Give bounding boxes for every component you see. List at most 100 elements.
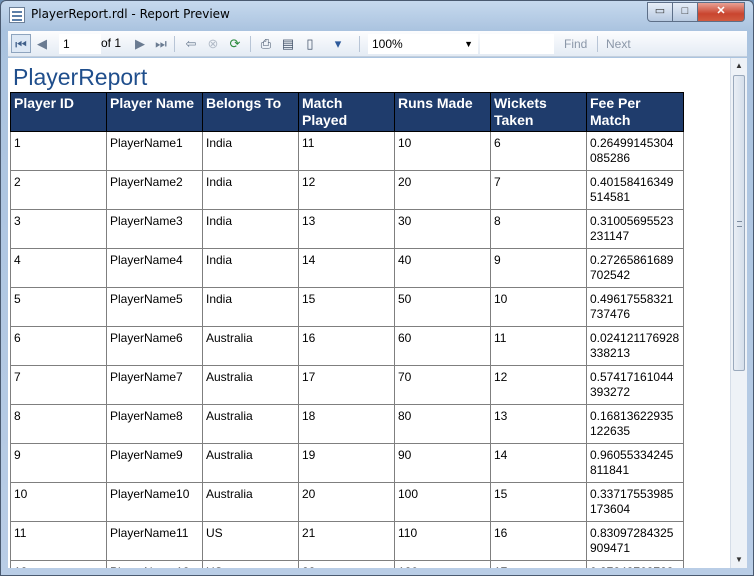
print-icon[interactable]: ⎙ [257,34,275,53]
table-cell: India [202,209,299,249]
table-cell: 0.27265861689702542 [586,248,684,288]
zoom-select[interactable]: 100% ▼ [368,34,478,54]
table-row: 8 PlayerName8 Australia 18 80 13 0.16813622935… [10,404,684,444]
table-cell: 22 [298,560,395,568]
table-cell: PlayerName2 [106,170,203,210]
report-preview-window: PlayerReport.rdl - Report Preview ▭ □ ✕ … [0,0,754,576]
report-viewport: PlayerReport Player ID Player Name Belon… [8,58,730,568]
table-cell: 2 [10,170,107,210]
table-cell: 7 [490,170,587,210]
table-cell: 0.16813622935122635 [586,404,684,444]
table-row: 12PlayerName12US22120170.87243763723 [10,560,684,568]
chevron-down-icon: ▼ [464,39,473,49]
table-cell: PlayerName9 [106,443,203,483]
table-cell: 0.57417161044393272 [586,365,684,405]
column-header: Fee Per Match [586,92,684,132]
table-cell: 0.31005695523231147 [586,209,684,249]
table-row: 6 PlayerName6 Australia 16 60 11 0.02412117692… [10,326,684,366]
table-cell: 12 [490,365,587,405]
table-cell: 60 [394,326,491,366]
page-number-input[interactable] [59,34,101,54]
table-cell: 20 [394,170,491,210]
scrollbar-thumb[interactable] [733,75,745,371]
export-icon[interactable]: ▾ [325,34,351,53]
stop-icon[interactable]: ⊗ [204,34,222,53]
column-header: Belongs To [202,92,299,132]
table-cell: PlayerName3 [106,209,203,249]
table-cell: 8 [490,209,587,249]
table-cell: Australia [202,404,299,444]
table-cell: 17 [490,560,587,568]
table-cell: PlayerName12 [106,560,203,568]
find-link[interactable]: Find [564,37,587,51]
table-cell: 13 [490,404,587,444]
table-cell: 16 [298,326,395,366]
table-cell: 11 [10,521,107,561]
table-cell: 0.96055334245811841 [586,443,684,483]
back-icon[interactable]: ⇦ [182,34,200,53]
table-cell: India [202,248,299,288]
vertical-scrollbar[interactable]: ▲ ▼ [730,58,747,568]
next-page-icon[interactable]: ▶ [132,34,148,53]
table-cell: US [202,560,299,568]
table-cell: 30 [394,209,491,249]
table-row: 9 PlayerName9 Australia 19 90 14 0.96055334245… [10,443,684,483]
table-cell: 15 [298,287,395,327]
table-cell: 8 [10,404,107,444]
table-cell: 100 [394,482,491,522]
table-cell: PlayerName10 [106,482,203,522]
table-cell: 19 [298,443,395,483]
table-cell: PlayerName5 [106,287,203,327]
title-bar: PlayerReport.rdl - Report Preview ▭ □ ✕ [1,1,753,29]
table-header-row: Player ID Player Name Belongs To Match P… [10,92,684,132]
table-cell: Australia [202,482,299,522]
minimize-button[interactable]: ▭ [647,2,673,22]
close-button[interactable]: ✕ [697,2,745,22]
column-header: Player ID [10,92,107,132]
table-cell: 12 [298,170,395,210]
next-link[interactable]: Next [606,37,631,51]
table-row: 10 PlayerName10 Australia 20 100 15 0.33717553… [10,482,684,522]
maximize-button[interactable]: □ [672,2,698,22]
table-row: 11 PlayerName11 US 21 110 16 0.830972843259094… [10,521,684,561]
table-cell: India [202,287,299,327]
table-cell: 13 [298,209,395,249]
table-cell: 21 [298,521,395,561]
table-cell: 17 [298,365,395,405]
table-cell: 40 [394,248,491,288]
page-setup-icon[interactable]: ▯ [301,34,319,53]
table-cell: Australia [202,365,299,405]
table-cell: 120 [394,560,491,568]
table-cell: 3 [10,209,107,249]
table-cell: 80 [394,404,491,444]
table-cell: PlayerName6 [106,326,203,366]
column-header: Match Played [298,92,395,132]
find-input[interactable] [480,34,554,54]
table-cell: 6 [490,131,587,171]
table-cell: PlayerName8 [106,404,203,444]
table-cell: 0.024121176928338213 [586,326,684,366]
table-cell: 9 [490,248,587,288]
table-cell: 20 [298,482,395,522]
table-cell: US [202,521,299,561]
first-page-icon[interactable]: ⏮ [11,34,31,53]
table-cell: 11 [298,131,395,171]
table-cell: 10 [10,482,107,522]
table-row: 7 PlayerName7 Australia 17 70 12 0.57417161044… [10,365,684,405]
scroll-up-icon[interactable]: ▲ [731,58,747,74]
scroll-down-icon[interactable]: ▼ [731,552,747,568]
last-page-icon[interactable]: ⏭ [152,34,170,53]
table-cell: 16 [490,521,587,561]
table-cell: 18 [298,404,395,444]
page-of-label: of 1 [101,36,122,50]
report-toolbar: ⏮ ◀ of 1 ▶ ⏭ ⇦ ⊗ ⟳ ⎙ ▤ ▯ ▾ 100%▼ Find Ne… [8,31,747,57]
prev-page-icon[interactable]: ◀ [34,34,50,53]
table-row: 2 PlayerName2 India 12 20 7 0.4015841634951458… [10,170,684,210]
table-cell: 6 [10,326,107,366]
print-layout-icon[interactable]: ▤ [279,34,297,53]
refresh-icon[interactable]: ⟳ [226,34,244,53]
column-header: Runs Made [394,92,491,132]
table-cell: Australia [202,443,299,483]
table-row: 4 PlayerName4 India 14 40 9 0.2726586168970254… [10,248,684,288]
table-cell: 0.40158416349514581 [586,170,684,210]
